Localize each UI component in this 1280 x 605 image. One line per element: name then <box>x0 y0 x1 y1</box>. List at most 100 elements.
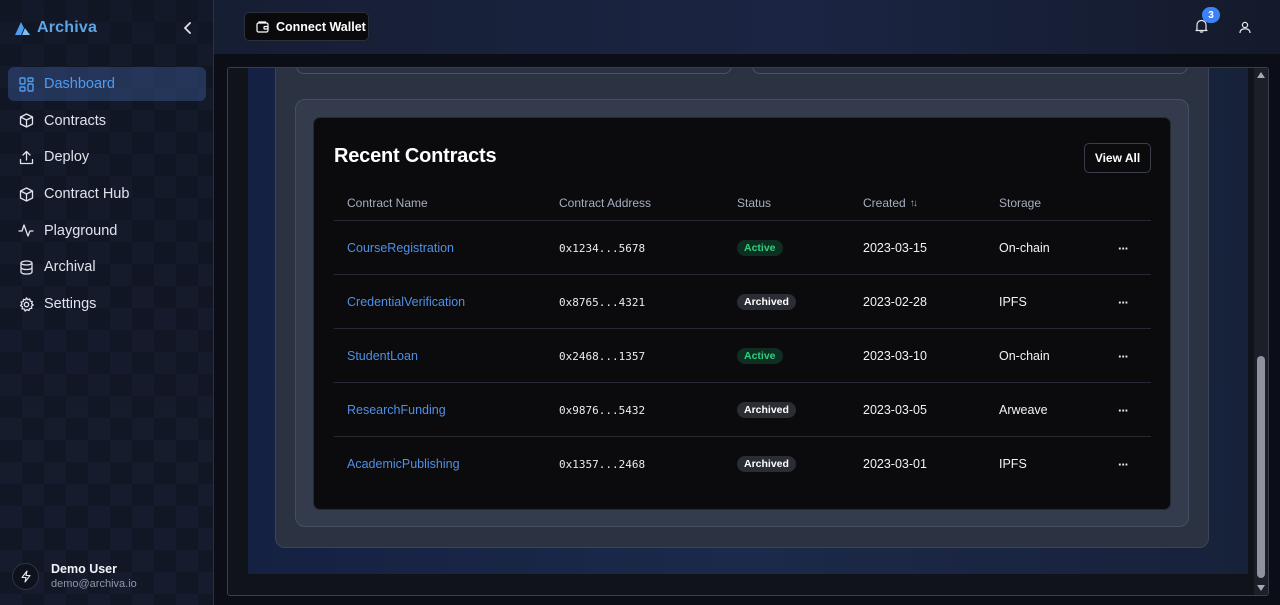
lightning-icon <box>20 570 31 583</box>
scroll-down-arrow-icon[interactable] <box>1257 585 1265 591</box>
more-horizontal-icon: ··· <box>1118 240 1129 256</box>
sidebar-item-playground[interactable]: Playground <box>8 214 206 248</box>
contract-address: 0x8765...4321 <box>559 295 646 309</box>
created-date: 2023-03-15 <box>863 241 927 255</box>
dashboard-icon <box>18 76 34 92</box>
archiva-logo-icon <box>14 21 31 36</box>
collapse-sidebar-button[interactable] <box>178 18 198 38</box>
database-icon <box>18 259 34 275</box>
contract-address: 0x1234...5678 <box>559 241 646 255</box>
user-icon <box>1239 21 1251 33</box>
vertical-scrollbar[interactable] <box>1254 68 1268 595</box>
status-badge: Archived <box>737 402 796 418</box>
row-menu-button[interactable]: ··· <box>1114 329 1132 383</box>
sidebar-item-label: Archival <box>44 259 96 276</box>
sidebar-item-label: Deploy <box>44 149 90 166</box>
status-cell: Active <box>737 329 783 383</box>
created-date: 2023-02-28 <box>863 295 927 309</box>
contract-address: 0x2468...1357 <box>559 349 646 363</box>
contracts-table-body: CourseRegistration 0x1234...5678 Active … <box>334 221 1151 491</box>
contract-name-link[interactable]: CredentialVerification <box>347 275 465 329</box>
row-menu-button[interactable]: ··· <box>1114 437 1132 491</box>
avatar <box>12 563 39 590</box>
cube-icon <box>18 186 34 202</box>
user-profile[interactable]: Demo User demo@archiva.io <box>12 562 137 591</box>
table-row: AcademicPublishing 0x1357...2468 Archive… <box>334 437 1151 491</box>
status-badge: Active <box>737 348 783 364</box>
sidebar-item-dashboard[interactable]: Dashboard <box>8 67 206 101</box>
column-header-status[interactable]: Status <box>737 185 771 221</box>
table-row: CredentialVerification 0x8765...4321 Arc… <box>334 275 1151 329</box>
status-cell: Archived <box>737 275 796 329</box>
brand[interactable]: Archiva <box>14 16 97 40</box>
recent-contracts-title: Recent Contracts <box>334 145 497 167</box>
gear-icon <box>18 296 34 312</box>
more-horizontal-icon: ··· <box>1118 402 1129 418</box>
storage-type: Arweave <box>999 403 1048 417</box>
sidebar-item-label: Playground <box>44 222 118 239</box>
notification-badge: 3 <box>1202 7 1220 23</box>
storage-type: IPFS <box>999 457 1027 471</box>
sidebar-item-label: Contract Hub <box>44 186 130 203</box>
table-row: StudentLoan 0x2468...1357 Active 2023-03… <box>334 329 1151 383</box>
main-content: Recent Contracts View All Contract Name … <box>227 67 1269 596</box>
row-menu-button[interactable]: ··· <box>1114 383 1132 437</box>
sidebar: Archiva Dashboard Contracts Deploy Contr… <box>0 0 214 605</box>
status-cell: Archived <box>737 383 796 437</box>
contract-name-link[interactable]: AcademicPublishing <box>347 437 460 491</box>
status-badge: Active <box>737 240 783 256</box>
status-badge: Archived <box>737 456 796 472</box>
sidebar-item-label: Contracts <box>44 112 107 129</box>
more-horizontal-icon: ··· <box>1118 348 1129 364</box>
column-header-contract-address[interactable]: Contract Address <box>559 185 651 221</box>
storage-type: On-chain <box>999 349 1050 363</box>
row-menu-button[interactable]: ··· <box>1114 275 1132 329</box>
user-menu-button[interactable] <box>1236 18 1254 36</box>
storage-type: On-chain <box>999 241 1050 255</box>
column-header-contract-name[interactable]: Contract Name <box>347 185 428 221</box>
column-header-label: Created <box>863 196 906 210</box>
brand-name: Archiva <box>37 19 98 36</box>
sidebar-item-contracts[interactable]: Contracts <box>8 104 206 138</box>
row-menu-button[interactable]: ··· <box>1114 221 1132 275</box>
created-date: 2023-03-01 <box>863 457 927 471</box>
user-name: Demo User <box>51 562 117 576</box>
contract-name-link[interactable]: StudentLoan <box>347 329 418 383</box>
upload-icon <box>18 149 34 165</box>
column-header-created[interactable]: Created ↑↓ <box>863 185 918 221</box>
sidebar-item-label: Settings <box>44 296 97 313</box>
summary-card-right <box>752 68 1188 74</box>
contract-address: 0x1357...2468 <box>559 457 646 471</box>
top-bar: Connect Wallet 3 <box>214 0 1280 54</box>
table-row: ResearchFunding 0x9876...5432 Archived 2… <box>334 383 1151 437</box>
contract-name-link[interactable]: ResearchFunding <box>347 383 446 437</box>
scroll-area: Recent Contracts View All Contract Name … <box>248 68 1248 574</box>
contract-name-link[interactable]: CourseRegistration <box>347 221 454 275</box>
status-cell: Archived <box>737 437 796 491</box>
sidebar-item-contract-hub[interactable]: Contract Hub <box>8 177 206 211</box>
created-date: 2023-03-05 <box>863 403 927 417</box>
sidebar-item-label: Dashboard <box>44 76 115 92</box>
view-all-button[interactable]: View All <box>1084 143 1151 173</box>
more-horizontal-icon: ··· <box>1118 294 1129 310</box>
created-date: 2023-03-10 <box>863 349 927 363</box>
contract-address: 0x9876...5432 <box>559 403 646 417</box>
storage-type: IPFS <box>999 295 1027 309</box>
wallet-icon <box>256 20 269 33</box>
chevron-left-icon <box>184 22 191 34</box>
sidebar-item-archival[interactable]: Archival <box>8 250 206 284</box>
activity-icon <box>18 223 34 239</box>
sidebar-item-deploy[interactable]: Deploy <box>8 140 206 174</box>
more-horizontal-icon: ··· <box>1118 456 1129 472</box>
summary-card-left <box>296 68 732 74</box>
table-row: CourseRegistration 0x1234...5678 Active … <box>334 221 1151 275</box>
scrollbar-thumb[interactable] <box>1257 356 1265 578</box>
sidebar-item-settings[interactable]: Settings <box>8 287 206 321</box>
sidebar-nav: Dashboard Contracts Deploy Contract Hub … <box>8 67 206 324</box>
recent-contracts-card: Recent Contracts View All Contract Name … <box>313 117 1171 510</box>
column-header-storage[interactable]: Storage <box>999 185 1041 221</box>
scroll-up-arrow-icon[interactable] <box>1257 72 1265 78</box>
sort-icon[interactable]: ↑↓ <box>910 198 918 209</box>
status-badge: Archived <box>737 294 796 310</box>
connect-wallet-button[interactable]: Connect Wallet <box>244 12 369 41</box>
